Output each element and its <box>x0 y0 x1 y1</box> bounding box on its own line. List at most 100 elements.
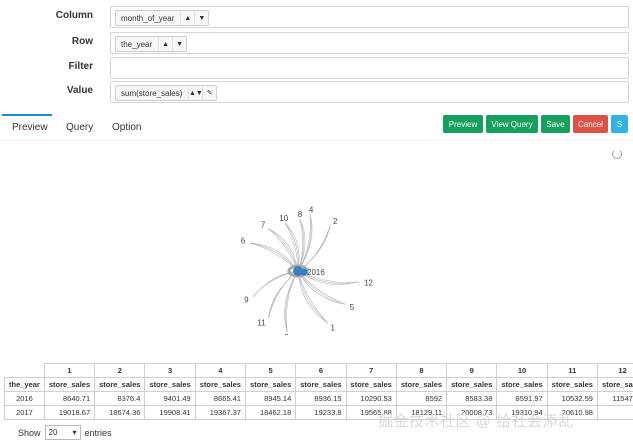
graph-link <box>268 270 299 319</box>
entries-label: entries <box>84 427 112 438</box>
year-cell: 2016 <box>4 391 45 406</box>
measure-header: store_sales <box>546 377 598 392</box>
column-field-row: Column month_of_year ▲ ▼ <box>0 6 633 28</box>
month-node-label: 5 <box>350 303 355 312</box>
month-header: 9 <box>446 363 498 378</box>
graph-nodes <box>287 264 309 278</box>
measure-header: store_sales <box>345 377 397 392</box>
value-cell: 10532.59 <box>546 391 598 406</box>
month-header: 7 <box>345 363 397 378</box>
month-node-label: 4 <box>309 205 314 214</box>
value-cell: 19367.37 <box>194 405 246 420</box>
row-dimension-header: the_year <box>4 377 45 392</box>
sort-icon[interactable]: ▲ <box>180 11 194 25</box>
radial-graph: 1234567891011122016 <box>241 205 374 335</box>
month-node-label: 7 <box>261 220 266 229</box>
tab-divider <box>0 140 633 141</box>
value-cell: 19908.41 <box>144 405 196 420</box>
show-label: Show <box>18 427 41 438</box>
month-node-label: 12 <box>364 279 373 288</box>
watermark: 掘金技术社区 @ 给社会添乱 <box>378 413 574 430</box>
row-chip[interactable]: the_year ▲ ▼ <box>115 36 188 52</box>
filter-icon[interactable]: ▼ <box>194 11 208 25</box>
month-node-label: 9 <box>244 296 249 305</box>
row-drop-zone[interactable]: the_year ▲ ▼ <box>110 32 629 54</box>
row-field-row: Row the_year ▲ ▼ <box>0 32 633 54</box>
measure-header: store_sales <box>295 377 347 392</box>
month-header: 11 <box>546 363 598 378</box>
value-chip[interactable]: sum(store_sales) ▲▼ ✎ <box>115 85 218 101</box>
active-tab-indicator <box>2 114 52 116</box>
month-node-label: 11 <box>257 319 266 328</box>
sort-icon[interactable]: ▲▼ <box>188 86 203 100</box>
month-header-row: 1 2 3 4 5 6 7 8 9 10 11 12 <box>5 363 633 378</box>
value-cell: 19018.67 <box>43 405 96 420</box>
filter-drop-zone[interactable] <box>110 57 629 79</box>
sort-icon[interactable]: ▲ <box>158 37 172 51</box>
graph-link <box>268 270 299 319</box>
measure-header: store_sales <box>43 377 96 392</box>
preview-button[interactable]: Preview <box>443 115 483 133</box>
entries-control: Show 20 ▾ entries <box>18 425 112 440</box>
corner-cell <box>5 364 45 378</box>
filter-field-row: Filter <box>0 57 633 79</box>
graph-link <box>268 270 299 319</box>
row-chip-label: the_year <box>121 39 153 49</box>
table-row: 2016 8640.71 8376.4 9401.49 8665.41 8945… <box>4 391 633 406</box>
entries-select[interactable]: 20 ▾ <box>44 425 81 440</box>
column-chip[interactable]: month_of_year ▲ ▼ <box>115 10 210 26</box>
measure-header-row: the_year store_sales store_sales store_s… <box>4 377 633 392</box>
value-cell: 10290.53 <box>345 391 397 406</box>
month-header: 4 <box>194 363 246 378</box>
month-header: 10 <box>496 363 548 378</box>
month-node-label: 2 <box>333 217 338 226</box>
tab-preview[interactable]: Preview <box>12 122 48 133</box>
value-cell: 9401.49 <box>144 391 196 406</box>
cancel-button[interactable]: Cancel <box>573 115 608 133</box>
measure-header: store_sales <box>244 377 297 392</box>
refresh-icon[interactable] <box>612 149 622 159</box>
value-cell: 8936.15 <box>295 391 347 406</box>
value-drop-zone[interactable]: sum(store_sales) ▲▼ ✎ <box>110 81 629 103</box>
year-cell: 2017 <box>4 405 45 420</box>
month-header: 1 <box>43 363 96 378</box>
value-cell: 8945.14 <box>244 391 297 406</box>
row-label: Row <box>71 36 93 47</box>
value-cell: 8591.97 <box>496 391 548 406</box>
month-node-label: 8 <box>298 210 303 219</box>
extra-button[interactable]: S <box>611 115 628 133</box>
tab-bar: Preview Query Option <box>0 114 633 141</box>
value-cell: 8592 <box>395 391 448 406</box>
center-node-label: 2016 <box>307 268 325 277</box>
graph-link <box>285 270 299 333</box>
measure-header: store_sales <box>94 377 146 392</box>
view-query-button[interactable]: View Query <box>486 115 538 133</box>
month-header: 8 <box>395 363 448 378</box>
graph-link <box>297 214 312 272</box>
save-button[interactable]: Save <box>541 115 570 133</box>
value-field-row: Value sum(store_sales) ▲▼ ✎ <box>0 81 633 103</box>
tab-option[interactable]: Option <box>112 122 141 133</box>
value-cell: 11547.63 <box>596 391 633 406</box>
filter-label: Filter <box>68 61 93 72</box>
filter-icon[interactable]: ▼ <box>172 37 186 51</box>
month-header: 3 <box>144 363 196 378</box>
month-header: 2 <box>94 363 146 378</box>
measure-header: store_sales <box>194 377 246 392</box>
month-header: 5 <box>244 363 297 378</box>
entries-select-value: 20 <box>48 428 58 437</box>
measure-header: store_sales <box>395 377 448 392</box>
column-drop-zone[interactable]: month_of_year ▲ ▼ <box>110 6 629 28</box>
measure-header: store_sales <box>446 377 498 392</box>
tab-query[interactable]: Query <box>66 122 93 133</box>
value-cell: 19233.8 <box>295 405 347 420</box>
measure-header: store_sales <box>596 377 633 392</box>
value-cell: 8665.41 <box>194 391 246 406</box>
month-header: 12 <box>596 363 633 378</box>
chevron-down-icon: ▾ <box>72 428 77 437</box>
value-cell <box>596 405 633 420</box>
value-chip-label: sum(store_sales) <box>121 88 183 98</box>
value-cell: 8583.38 <box>446 391 498 406</box>
value-cell: 18462.18 <box>244 405 297 420</box>
edit-icon[interactable]: ✎ <box>202 86 216 100</box>
